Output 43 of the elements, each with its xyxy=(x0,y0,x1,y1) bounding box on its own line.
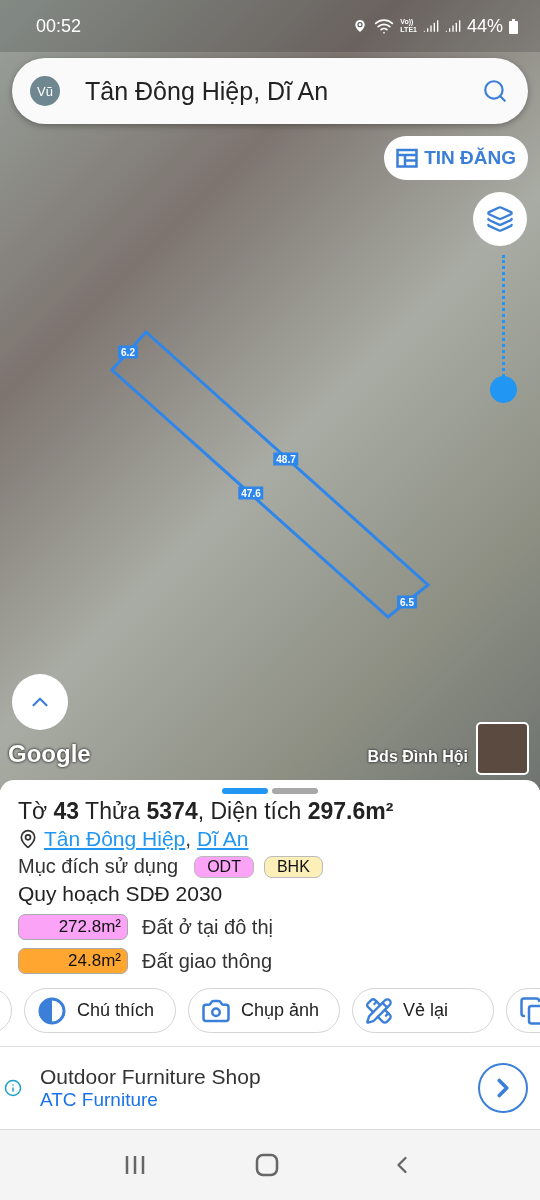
listings-button[interactable]: TIN ĐĂNG xyxy=(384,136,528,180)
usage-label: Mục đích sử dụng xyxy=(18,855,179,878)
edge-length-label: 47.6 xyxy=(238,486,264,500)
separator: , xyxy=(185,827,192,851)
usage-tag: BHK xyxy=(263,855,323,878)
wifi-icon xyxy=(374,16,395,36)
usage-tag: ODT xyxy=(194,855,254,878)
advertiser-link[interactable]: ATC Furniture xyxy=(40,1089,460,1111)
author-photo-placeholder xyxy=(476,722,529,775)
action-chip[interactable]: Chụp ảnh xyxy=(188,988,340,1033)
half-circle-icon xyxy=(37,995,67,1026)
home-button[interactable] xyxy=(255,1153,279,1177)
battery-level: 44% xyxy=(466,15,503,37)
status-time: 00:52 xyxy=(36,15,83,37)
copy-icon xyxy=(519,995,540,1026)
calendar-list-icon xyxy=(396,148,419,168)
edge-length-label: 6.5 xyxy=(397,595,417,609)
map-brand: Google xyxy=(8,740,91,768)
info-icon[interactable] xyxy=(4,1079,22,1097)
ad-title: Outdoor Furniture Shop xyxy=(40,1065,262,1089)
location-pin-icon xyxy=(18,829,38,849)
area-tag: 24.8m² xyxy=(18,948,128,974)
signal-icon xyxy=(444,18,461,34)
plan-title: Quy hoạch SDĐ 2030 xyxy=(18,882,224,906)
recent-apps-button[interactable] xyxy=(124,1154,147,1176)
user-avatar[interactable]: Vũ xyxy=(30,76,60,106)
search-value: Tân Đông Hiệp, Dĩ An xyxy=(85,76,330,106)
land-use-label: Đất ở tại đô thị xyxy=(142,915,273,939)
action-chip[interactable]: Vẻ lại xyxy=(352,988,494,1033)
land-use-label: Đất giao thông xyxy=(142,949,273,973)
search-field[interactable]: Vũ Tân Đông Hiệp, Dĩ An xyxy=(12,58,528,124)
action-chip[interactable]: Chú thích xyxy=(24,988,176,1033)
edge-length-label: 48.7 xyxy=(273,452,299,466)
location-icon xyxy=(352,18,369,34)
signal-icon xyxy=(422,18,439,34)
layers-icon xyxy=(486,205,514,233)
parcel-title: Tờ 43 Thửa 5374, Diện tích 297.6m² xyxy=(18,798,395,825)
search-icon[interactable] xyxy=(482,78,508,104)
author-name: Bds Đình Hội xyxy=(367,748,468,766)
open-ad-button[interactable] xyxy=(478,1063,528,1113)
pencil-ruler-icon xyxy=(365,996,393,1025)
area-tag: 272.8m² xyxy=(18,914,128,940)
edge-length-label: 6.2 xyxy=(118,345,138,359)
